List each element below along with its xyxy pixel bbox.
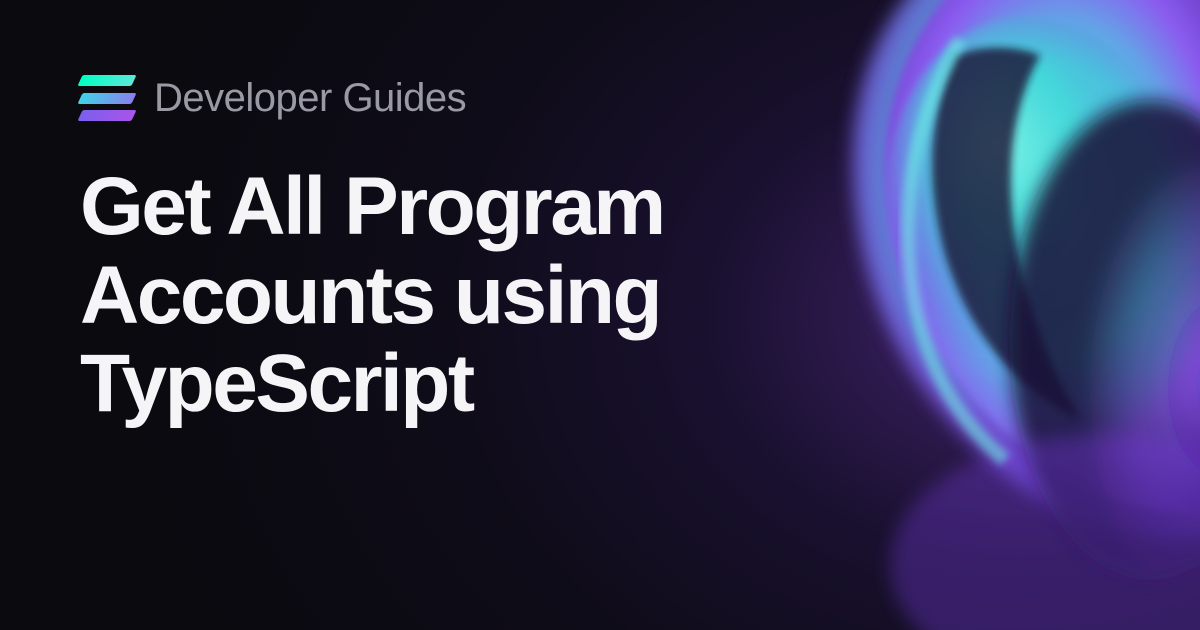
solana-logo-icon [80, 75, 134, 121]
page-title: Get All Program Accounts using TypeScrip… [80, 163, 860, 429]
subtitle: Developer Guides [154, 76, 466, 121]
logo-bar [77, 75, 136, 86]
logo-bar [77, 93, 136, 104]
header: Developer Guides [80, 75, 1120, 121]
content-container: Developer Guides Get All Program Account… [0, 0, 1200, 630]
logo-bar [77, 110, 136, 121]
